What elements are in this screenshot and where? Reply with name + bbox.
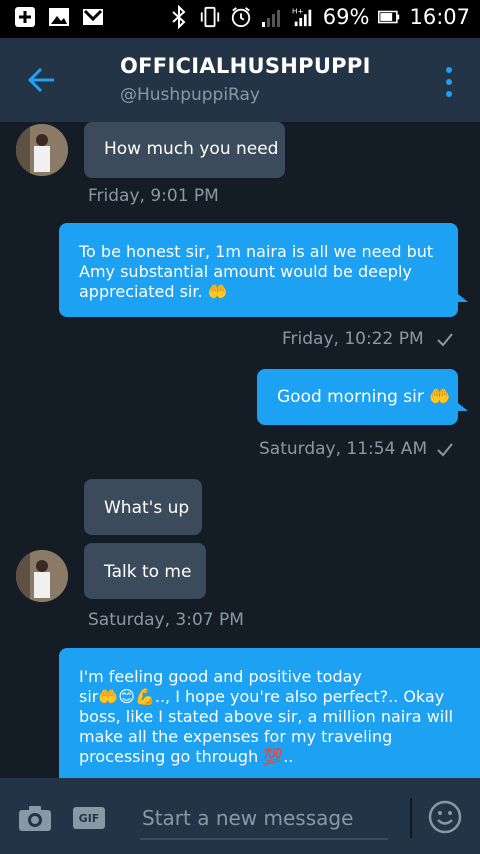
message-text-line: make all the expenses for my traveling [79, 727, 393, 746]
bubble-tail [458, 403, 468, 411]
message-text: Good morning sir 🤲 [277, 387, 451, 407]
battery-percent: 69% [322, 5, 370, 29]
message-text-line: boss, like I stated above sir, a million… [79, 707, 454, 726]
emoji-button[interactable] [428, 800, 462, 834]
battery-icon [378, 6, 400, 28]
more-vertical-icon [446, 67, 452, 97]
read-check-icon [437, 333, 453, 347]
message-text: What's up [104, 498, 190, 518]
conversation-header: OFFICIALHUSHPUPPI @HushpuppiRay [0, 38, 480, 122]
add-notification-icon [14, 6, 36, 28]
svg-text:H+: H+ [292, 6, 304, 15]
contact-name[interactable]: OFFICIALHUSHPUPPI [120, 54, 371, 78]
message-text-line: I'm feeling good and positive today [79, 667, 362, 686]
overflow-menu-button[interactable] [442, 64, 456, 100]
message-text-line: To be honest sir, 1m naira is all we nee… [79, 242, 434, 261]
message-bubble-outgoing[interactable]: I'm feeling good and positive today sir🤲… [59, 648, 480, 778]
composer-divider [410, 798, 412, 838]
status-bar: H+ 69% 16:07 [0, 0, 480, 38]
message-bubble-outgoing[interactable]: Good morning sir 🤲 [257, 369, 458, 425]
back-button[interactable] [22, 62, 62, 98]
message-bubble-incoming[interactable]: How much you need [84, 122, 285, 178]
message-text: Talk to me [104, 562, 192, 582]
message-text-line: processing go through 💯.. [79, 747, 294, 766]
arrow-left-icon [27, 67, 54, 93]
message-text-line: Amy substantial amount would be deeply [79, 262, 412, 281]
message-timestamp: Friday, 9:01 PM [88, 186, 219, 206]
message-input[interactable] [140, 798, 388, 840]
bubble-tail [458, 294, 468, 302]
signal-weak-icon [261, 6, 283, 28]
vibrate-icon [199, 6, 221, 28]
message-composer: GIF [0, 778, 480, 854]
camera-button[interactable] [18, 804, 52, 832]
signal-hplus-icon: H+ [292, 6, 314, 28]
message-text-line: appreciated sir. 🤲 [79, 282, 228, 301]
message-bubble-outgoing[interactable]: To be honest sir, 1m naira is all we nee… [59, 223, 458, 317]
message-text-line: sir🤲😊💪.., I hope you're also perfect?.. … [79, 687, 445, 706]
smiley-icon [428, 800, 462, 834]
clock: 16:07 [409, 5, 470, 29]
contact-avatar[interactable] [16, 124, 68, 176]
alarm-icon [230, 6, 252, 28]
message-text: How much you need [104, 139, 279, 159]
message-timestamp: Saturday, 3:07 PM [88, 610, 244, 630]
camera-icon [19, 806, 51, 831]
message-timestamp: Friday, 10:22 PM [282, 329, 424, 349]
bluetooth-icon [168, 5, 190, 29]
read-check-icon [437, 443, 453, 457]
mail-notification-icon [82, 6, 104, 28]
message-bubble-incoming[interactable]: What's up [84, 479, 202, 535]
contact-avatar[interactable] [16, 550, 68, 602]
image-notification-icon [48, 6, 70, 28]
message-thread[interactable]: How much you need Friday, 9:01 PM To be … [0, 122, 480, 778]
message-timestamp: Saturday, 11:54 AM [259, 439, 428, 459]
message-bubble-incoming[interactable]: Talk to me [84, 543, 206, 599]
contact-handle: @HushpuppiRay [120, 85, 260, 105]
gif-button[interactable]: GIF [73, 807, 105, 829]
